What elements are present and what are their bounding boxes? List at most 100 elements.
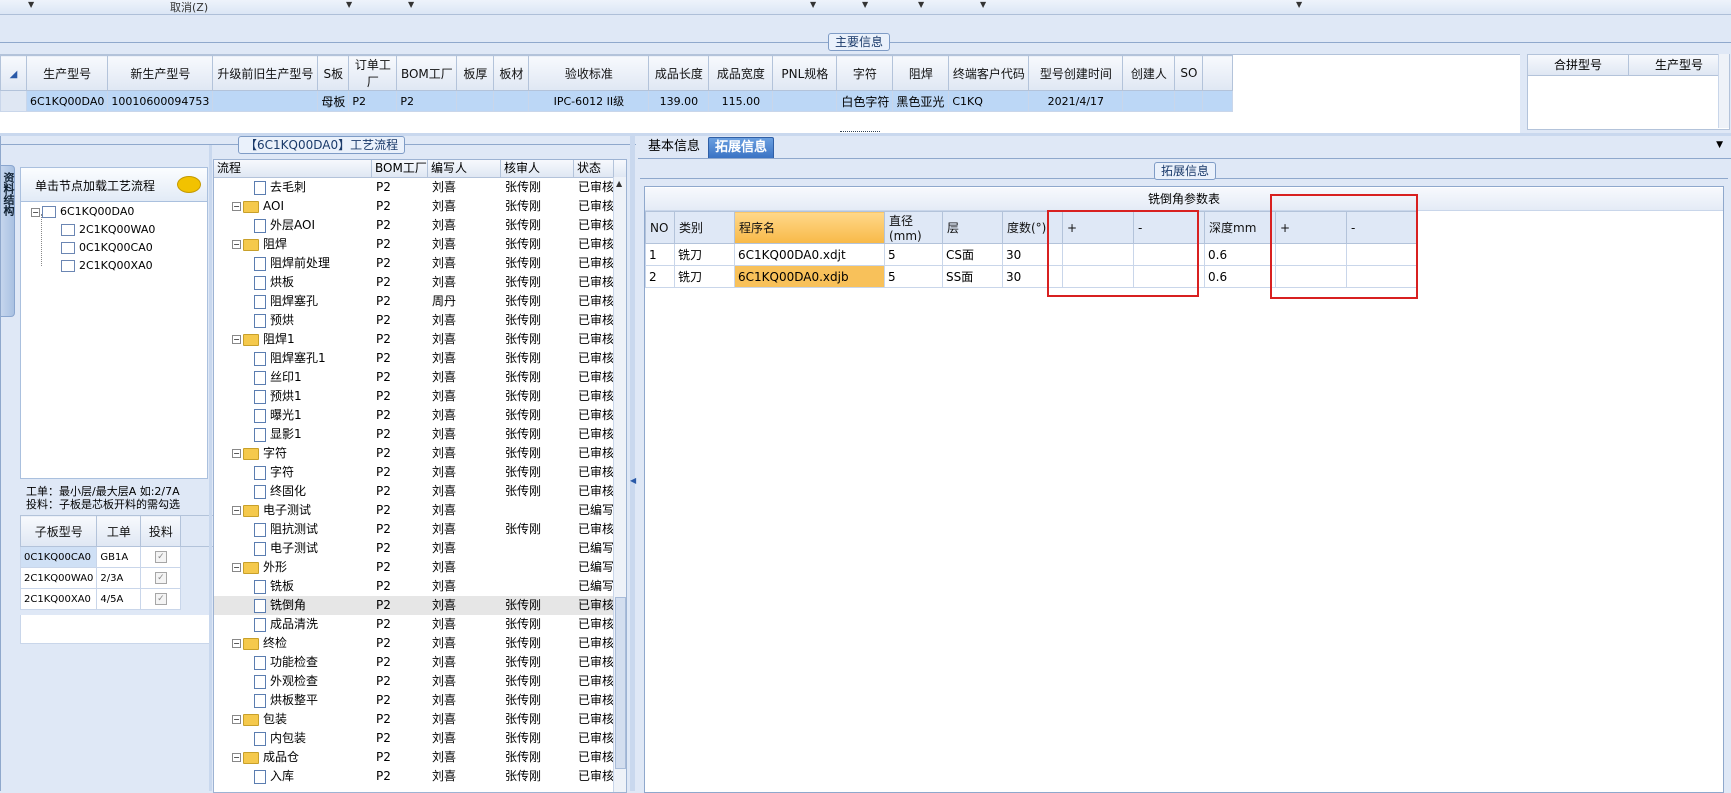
status-cell[interactable]: 已审核 — [578, 368, 614, 387]
reviewer-cell[interactable]: 张传刚 — [505, 406, 573, 425]
cancel-menu[interactable]: 取消(Z) — [170, 0, 208, 15]
process-row[interactable]: 铣倒角 P2 刘喜 张传刚 已审核 — [214, 596, 614, 615]
process-row[interactable]: 内包装 P2 刘喜 张传刚 已审核 — [214, 729, 614, 748]
reviewer-cell[interactable]: 张传刚 — [505, 748, 573, 767]
writer-cell[interactable]: 刘喜 — [432, 634, 500, 653]
col-header[interactable]: SO — [1174, 55, 1204, 91]
cell[interactable] — [493, 90, 530, 112]
reviewer-cell[interactable]: 张传刚 — [505, 672, 573, 691]
writer-cell[interactable]: 刘喜 — [432, 767, 500, 786]
process-row[interactable]: 铣板 P2 刘喜 已编写 — [214, 577, 614, 596]
vertical-splitter[interactable] — [209, 144, 212, 791]
process-row[interactable]: 丝印1 P2 刘喜 张传刚 已审核 — [214, 368, 614, 387]
process-row[interactable]: − 包装 P2 刘喜 张传刚 已审核 — [214, 710, 614, 729]
load-process-prompt[interactable]: 单击节点加载工艺流程 — [20, 167, 208, 203]
tab-basic-info[interactable]: 基本信息 — [642, 137, 706, 157]
process-row[interactable]: 显影1 P2 刘喜 张传刚 已审核 — [214, 425, 614, 444]
col-header[interactable]: 工单 — [96, 515, 142, 547]
collapse-icon[interactable]: − — [232, 639, 241, 648]
cell[interactable]: ✓ — [140, 546, 182, 568]
status-cell[interactable]: 已审核 — [578, 729, 614, 748]
col-header[interactable]: 层 — [942, 211, 1003, 244]
col-header[interactable]: 验收标准 — [528, 55, 650, 91]
dropdown-arrow-icon[interactable]: ▼ — [810, 0, 816, 9]
process-row[interactable]: − 电子测试 P2 刘喜 已编写 — [214, 501, 614, 520]
writer-cell[interactable]: 刘喜 — [432, 273, 500, 292]
writer-cell[interactable]: 刘喜 — [432, 368, 500, 387]
status-cell[interactable]: 已审核 — [578, 254, 614, 273]
splitter-grip-icon[interactable] — [840, 131, 880, 135]
cell[interactable]: 铣刀 — [674, 243, 735, 266]
cell[interactable]: 铣刀 — [674, 265, 735, 288]
side-tab-data-structure[interactable]: 资料结构 — [0, 165, 15, 317]
reviewer-cell[interactable]: 张传刚 — [505, 691, 573, 710]
process-row[interactable]: 预烘1 P2 刘喜 张传刚 已审核 — [214, 387, 614, 406]
cell[interactable]: 5 — [884, 265, 943, 288]
writer-cell[interactable]: 刘喜 — [432, 558, 500, 577]
col-header[interactable]: 升级前旧生产型号 — [212, 55, 319, 91]
process-name-cell[interactable]: − 成品仓 — [232, 748, 382, 767]
cell[interactable]: 6C1KQ00DA0.xdjt — [734, 243, 885, 266]
col-header[interactable]: 子板型号 — [19, 515, 98, 547]
status-cell[interactable]: 已审核 — [578, 463, 614, 482]
process-row[interactable]: 阻焊前处理 P2 刘喜 张传刚 已审核 — [214, 254, 614, 273]
col-header[interactable]: 合拼型号 — [1528, 55, 1629, 76]
col-header[interactable]: 型号创建时间 — [1028, 55, 1124, 91]
status-cell[interactable]: 已审核 — [578, 387, 614, 406]
col-header[interactable]: 程序名 — [734, 211, 885, 244]
cell[interactable]: ✓ — [140, 588, 182, 610]
cell[interactable]: 139.00 — [648, 90, 710, 112]
writer-cell[interactable]: 刘喜 — [432, 406, 500, 425]
dropdown-arrow-icon[interactable]: ▼ — [980, 0, 986, 9]
cell[interactable]: C1KQ — [948, 90, 1030, 112]
writer-cell[interactable]: 刘喜 — [432, 178, 500, 197]
cell[interactable]: 115.00 — [708, 90, 774, 112]
reviewer-cell[interactable] — [505, 501, 573, 520]
col-header[interactable]: 直径(mm) — [884, 211, 943, 244]
status-cell[interactable]: 已编写 — [578, 558, 614, 577]
process-row[interactable]: − 字符 P2 刘喜 张传刚 已审核 — [214, 444, 614, 463]
col-header[interactable]: 新生产型号 — [107, 55, 214, 91]
status-cell[interactable]: 已审核 — [578, 634, 614, 653]
writer-cell[interactable]: 刘喜 — [432, 615, 500, 634]
dropdown-arrow-icon[interactable]: ▼ — [918, 0, 924, 9]
reviewer-cell[interactable] — [505, 577, 573, 596]
checkbox[interactable]: ✓ — [154, 593, 167, 605]
process-row[interactable]: 功能检查 P2 刘喜 张传刚 已审核 — [214, 653, 614, 672]
process-row[interactable]: 烘板 P2 刘喜 张传刚 已审核 — [214, 273, 614, 292]
status-cell[interactable]: 已审核 — [578, 349, 614, 368]
process-row[interactable]: 去毛刺 P2 刘喜 张传刚 已审核 — [214, 178, 614, 197]
cell[interactable]: SS面 — [942, 265, 1003, 288]
col-header[interactable]: BOM工厂 — [372, 160, 428, 177]
status-cell[interactable]: 已审核 — [578, 425, 614, 444]
writer-cell[interactable]: 刘喜 — [432, 330, 500, 349]
cell[interactable]: 母板 — [317, 90, 350, 112]
status-cell[interactable]: 已审核 — [578, 311, 614, 330]
cell[interactable]: 4/5A — [96, 588, 142, 610]
reviewer-cell[interactable]: 张传刚 — [505, 710, 573, 729]
writer-cell[interactable]: 刘喜 — [432, 311, 500, 330]
status-cell[interactable]: 已审核 — [578, 691, 614, 710]
col-header[interactable]: 订单工厂 — [348, 55, 398, 91]
writer-cell[interactable]: 刘喜 — [432, 387, 500, 406]
status-cell[interactable]: 已审核 — [578, 273, 614, 292]
cell[interactable]: P2 — [348, 90, 398, 112]
reviewer-cell[interactable]: 张传刚 — [505, 292, 573, 311]
process-row[interactable]: 阻焊塞孔1 P2 刘喜 张传刚 已审核 — [214, 349, 614, 368]
reviewer-cell[interactable]: 张传刚 — [505, 463, 573, 482]
checkbox[interactable]: ✓ — [154, 551, 167, 563]
cell[interactable] — [212, 90, 319, 112]
vertical-scrollbar[interactable] — [1718, 54, 1729, 128]
dropdown-arrow-icon[interactable]: ▼ — [408, 0, 414, 9]
col-header[interactable]: 状态 — [574, 160, 614, 177]
col-header[interactable]: 成品宽度 — [708, 55, 774, 91]
process-row[interactable]: 阻焊塞孔 P2 周丹 张传刚 已审核 — [214, 292, 614, 311]
reviewer-cell[interactable]: 张传刚 — [505, 615, 573, 634]
dropdown-arrow-icon[interactable]: ▼ — [862, 0, 868, 9]
status-cell[interactable]: 已审核 — [578, 444, 614, 463]
reviewer-cell[interactable] — [505, 558, 573, 577]
cell[interactable] — [456, 90, 495, 112]
cell[interactable]: P2 — [396, 90, 458, 112]
collapse-icon[interactable]: − — [232, 202, 241, 211]
process-row[interactable]: − AOI P2 刘喜 张传刚 已审核 — [214, 197, 614, 216]
